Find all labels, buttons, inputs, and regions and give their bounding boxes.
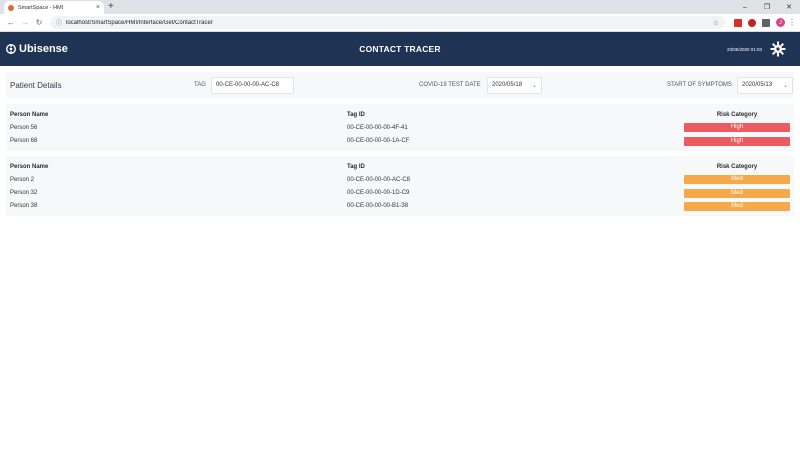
info-icon[interactable]: ⓘ (56, 18, 62, 27)
risk-badge: Med (684, 201, 790, 211)
minimize-button[interactable]: – (734, 0, 756, 14)
column-header-tag-id: Tag ID (347, 163, 365, 170)
test-date-value: 2020/05/18 (492, 82, 523, 88)
browser-menu-icon[interactable]: ⋮ (788, 18, 796, 27)
profile-avatar[interactable]: J (776, 18, 785, 27)
panel-title: Patient Details (10, 80, 62, 90)
url-text: localhost/SmartSpace/HMI/Interface/Get/C… (66, 19, 213, 26)
column-header-person-name: Person Name (10, 163, 49, 170)
table-header-row: Person Name Tag ID Risk Category (10, 160, 790, 173)
tag-id: 00-CE-00-00-00-4F-41 (347, 124, 408, 131)
window-controls: – ❐ ✕ (734, 0, 800, 14)
test-date-select[interactable]: 2020/05/18 ⌄ (487, 76, 542, 94)
extension-icon[interactable] (734, 18, 742, 27)
logo-text: Ubisense (19, 43, 68, 55)
contacts-table: Person Name Tag ID Risk Category Person … (6, 155, 794, 217)
column-header-risk-category: Risk Category (716, 163, 758, 170)
url-field[interactable]: ⓘ localhost/SmartSpace/HMI/Interface/Get… (50, 16, 725, 29)
favicon-icon (8, 4, 14, 11)
tab-title: SmartSpace - HMI (18, 4, 64, 11)
column-header-person-name: Person Name (10, 111, 49, 118)
address-bar: ← → ↻ ⓘ localhost/SmartSpace/HMI/Interfa… (0, 14, 800, 32)
tag-id: 00-CE-00-00-00-AC-C8 (347, 176, 411, 183)
risk-badge: Med (684, 175, 790, 185)
reload-icon[interactable]: ↻ (32, 18, 46, 27)
tag-input[interactable]: 00-CE-00-00-00-AC-C8 (211, 76, 294, 94)
person-name: Person 38 (10, 203, 38, 210)
table-header-row: Person Name Tag ID Risk Category (10, 108, 790, 121)
app-header: Ubisense CONTACT TRACER 23/05/2020 01:03 (0, 32, 800, 66)
column-header-risk-category: Risk Category (716, 111, 758, 118)
tag-id: 00-CE-00-00-00-1D-C9 (347, 190, 410, 197)
tag-id: 00-CE-00-00-00-1A-CF (347, 138, 410, 145)
risk-badge: High (684, 136, 790, 146)
column-header-tag-id: Tag ID (347, 111, 365, 118)
ubisense-logo-icon (6, 44, 16, 54)
table-row[interactable]: Person 32 00-CE-00-00-00-1D-C9 Med (10, 186, 790, 199)
table-row[interactable]: Person 56 00-CE-00-00-00-4F-41 High (10, 121, 790, 134)
new-tab-button[interactable]: + (108, 1, 114, 13)
extension-icon[interactable] (762, 18, 770, 27)
datetime-display: 23/05/2020 01:03 (726, 46, 762, 52)
table-row[interactable]: Person 38 00-CE-00-00-00-B1-38 Med (10, 200, 790, 213)
browser-tab[interactable]: SmartSpace - HMI × (4, 1, 104, 14)
contacts-table: Person Name Tag ID Risk Category Person … (6, 104, 794, 151)
person-name: Person 68 (10, 138, 38, 145)
bookmark-star-icon[interactable]: ☆ (713, 19, 719, 27)
logo[interactable]: Ubisense (6, 43, 68, 55)
back-icon[interactable]: ← (4, 18, 18, 27)
tag-id: 00-CE-00-00-00-B1-38 (347, 203, 409, 210)
table-row[interactable]: Person 68 00-CE-00-00-00-1A-CF High (10, 135, 790, 148)
person-name: Person 2 (10, 176, 35, 183)
tag-label: TAG (194, 82, 206, 88)
close-tab-icon[interactable]: × (96, 4, 100, 11)
extension-icon[interactable] (748, 18, 756, 27)
risk-badge: High (684, 123, 790, 133)
maximize-button[interactable]: ❐ (756, 0, 778, 14)
person-name: Person 56 (10, 124, 38, 131)
page-title: CONTACT TRACER (359, 44, 441, 54)
chevron-down-icon: ⌄ (531, 82, 537, 89)
risk-badge: Med (684, 188, 790, 198)
browser-tab-bar: SmartSpace - HMI × + – ❐ ✕ (0, 0, 800, 14)
patient-details-panel: Patient Details TAG 00-CE-00-00-00-AC-C8… (6, 72, 794, 98)
test-date-label: COVID-19 TEST DATE (419, 82, 481, 88)
gear-icon[interactable] (770, 41, 786, 57)
main-content: Patient Details TAG 00-CE-00-00-00-AC-C8… (0, 66, 800, 217)
symptoms-date-select[interactable]: 2020/05/13 ⌄ (737, 76, 793, 94)
close-window-button[interactable]: ✕ (778, 0, 800, 14)
symptoms-date-value: 2020/05/13 (742, 82, 773, 88)
chevron-down-icon: ⌄ (782, 82, 788, 89)
forward-icon[interactable]: → (18, 18, 32, 27)
person-name: Person 32 (10, 190, 38, 197)
table-row[interactable]: Person 2 00-CE-00-00-00-AC-C8 Med (10, 173, 790, 186)
symptoms-label: START OF SYMPTOMS (667, 82, 732, 88)
